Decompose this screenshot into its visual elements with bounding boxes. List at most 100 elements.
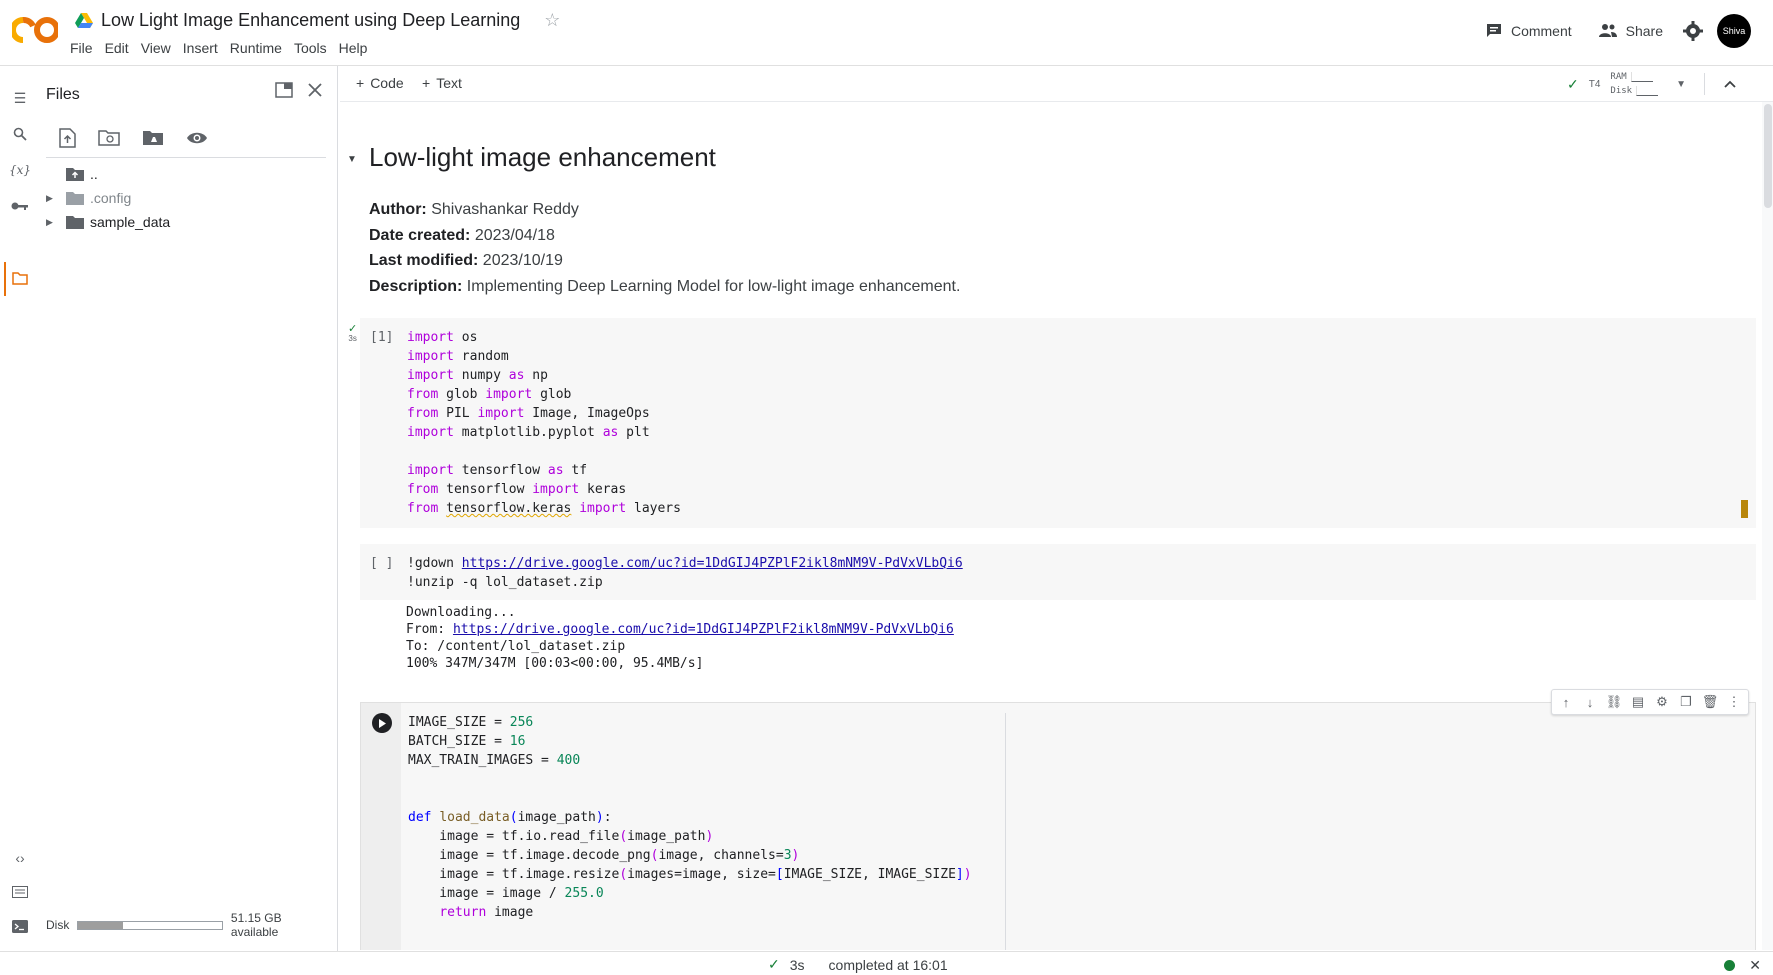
share-button[interactable]: Share — [1592, 19, 1669, 43]
cell-prompt: [1] — [370, 330, 394, 345]
search-icon[interactable] — [8, 122, 32, 146]
menu-help[interactable]: Help — [339, 40, 376, 56]
code-snippets-icon[interactable]: ‹› — [8, 846, 32, 870]
comment-button[interactable]: Comment — [1479, 18, 1578, 44]
refresh-folder-icon[interactable] — [98, 129, 120, 147]
code-cell-imports[interactable]: ✓ 3s [1] import os import random import n… — [348, 318, 1756, 528]
people-icon — [1598, 24, 1617, 37]
ram-graph — [1630, 71, 1653, 82]
meta-description: Description: Implementing Deep Learning … — [369, 277, 961, 295]
cell-toolbar: ↑ ↓ ⛓ ▤ ⚙ ❐ 🗑 ⋮ — [1551, 689, 1749, 715]
runtime-type: T4 — [1588, 78, 1601, 90]
chevron-up-icon[interactable] — [1723, 79, 1737, 89]
check-icon: ✓ — [768, 956, 780, 972]
add-text-button[interactable]: + Text — [422, 75, 462, 91]
run-cell-button[interactable] — [372, 713, 392, 733]
command-palette-icon[interactable] — [8, 880, 32, 904]
tree-item-config[interactable]: ▶ .config — [40, 186, 338, 210]
cell-prompt: [ ] — [370, 556, 394, 571]
connected-check-icon: ✓ — [1567, 75, 1579, 92]
cell-gutter — [361, 703, 401, 950]
file-tree: .. ▶ .config ▶ sample_data — [40, 162, 338, 234]
output-link[interactable]: https://drive.google.com/uc?id=1DdGIJ4PZ… — [453, 622, 954, 637]
chevron-right-icon[interactable]: ▶ — [46, 193, 53, 204]
runtime-resources[interactable]: ✓ T4 RAM Disk ▼ — [1567, 70, 1737, 98]
chevron-right-icon[interactable]: ▶ — [46, 217, 53, 228]
execution-status-summary[interactable]: ✓ 3s completed at 16:01 — [768, 956, 948, 973]
tree-item-label: .. — [90, 166, 98, 182]
menu-tools[interactable]: Tools — [294, 40, 335, 56]
active-indicator — [4, 262, 6, 296]
terminal-icon[interactable] — [8, 914, 32, 938]
disk-available: 51.15 GB available — [230, 911, 282, 939]
code-editor[interactable]: import os import random import numpy as … — [407, 328, 681, 518]
tree-item-parent[interactable]: .. — [40, 162, 338, 186]
status-exec-time: 3s — [789, 956, 805, 973]
move-down-icon[interactable]: ↓ — [1582, 694, 1598, 710]
eye-icon[interactable] — [186, 131, 208, 145]
variables-icon[interactable]: {x} — [8, 158, 32, 182]
close-icon[interactable] — [307, 82, 323, 98]
status-completed: completed at 16:01 — [828, 956, 948, 973]
mirror-cell-icon[interactable]: ❐ — [1678, 694, 1694, 710]
meta-last-modified: Last modified: 2023/10/19 — [369, 252, 563, 269]
menu-edit[interactable]: Edit — [105, 40, 137, 56]
tree-item-label: .config — [90, 190, 132, 206]
menu-runtime[interactable]: Runtime — [230, 40, 290, 56]
tree-item-sample-data[interactable]: ▶ sample_data — [40, 210, 338, 234]
drive-icon[interactable] — [75, 12, 93, 29]
key-icon[interactable] — [8, 194, 32, 218]
chevron-down-icon[interactable]: ▼ — [1676, 79, 1686, 90]
upload-file-icon[interactable] — [58, 127, 76, 148]
notebook-title[interactable]: Low Light Image Enhancement using Deep L… — [101, 10, 520, 31]
open-in-tab-icon[interactable] — [275, 82, 293, 98]
code-cell-load-data[interactable]: IMAGE_SIZE = 256 BATCH_SIZE = 16 MAX_TRA… — [360, 689, 1756, 950]
code-editor[interactable]: !gdown https://drive.google.com/uc?id=1D… — [407, 554, 963, 592]
menu-view[interactable]: View — [141, 40, 179, 56]
avatar[interactable]: Shiva — [1717, 14, 1751, 48]
link-icon[interactable]: ⛓ — [1606, 694, 1623, 710]
folder-icon — [66, 216, 84, 229]
add-code-button[interactable]: + Code — [356, 75, 404, 91]
more-vert-icon[interactable]: ⋮ — [1726, 694, 1742, 710]
table-of-contents-icon[interactable]: ☰ — [8, 86, 32, 110]
gear-icon[interactable]: ⚙ — [1654, 694, 1670, 710]
folder-icon[interactable] — [8, 266, 32, 290]
tree-item-label: sample_data — [90, 214, 171, 230]
move-up-icon[interactable]: ↑ — [1558, 694, 1574, 710]
code-cell-download[interactable]: [ ] !gdown https://drive.google.com/uc?i… — [360, 544, 1756, 600]
comment-icon[interactable]: ▤ — [1630, 694, 1646, 710]
plus-icon: + — [356, 75, 365, 91]
scrollbar-thumb[interactable] — [1764, 104, 1772, 208]
menu-file[interactable]: File — [70, 40, 101, 56]
disk-usage-bar — [77, 920, 223, 930]
gear-icon[interactable] — [1683, 21, 1703, 41]
status-right: ✕ — [1724, 957, 1761, 974]
scroll-marker — [1741, 500, 1748, 518]
files-panel-header-actions — [275, 82, 323, 98]
files-panel: Files .. ▶ .config ▶ sample_data Disk 51… — [40, 66, 338, 951]
share-label: Share — [1625, 23, 1663, 39]
ram-label: RAM — [1610, 72, 1627, 82]
title-row: Low Light Image Enhancement using Deep L… — [75, 10, 560, 31]
menu-bar: File Edit View Insert Runtime Tools Help — [70, 40, 379, 56]
app-header: Low Light Image Enhancement using Deep L… — [0, 0, 1773, 66]
star-icon[interactable]: ☆ — [544, 10, 560, 31]
mount-drive-icon[interactable] — [142, 129, 164, 147]
add-code-label: Code — [370, 75, 404, 91]
collapse-section-icon[interactable]: ▼ — [347, 154, 357, 165]
notebook-scrollbar[interactable] — [1762, 102, 1773, 950]
connection-status-icon[interactable] — [1724, 960, 1736, 971]
delete-icon[interactable]: 🗑 — [1702, 694, 1719, 710]
header-actions: Comment Share Shiva — [1479, 14, 1751, 48]
colab-logo[interactable] — [12, 14, 58, 46]
notebook-toolbar: + Code + Text ✓ T4 RAM Disk ▼ — [340, 66, 1773, 102]
gdown-link[interactable]: https://drive.google.com/uc?id=1DdGIJ4PZ… — [462, 556, 963, 571]
code-editor[interactable]: IMAGE_SIZE = 256 BATCH_SIZE = 16 MAX_TRA… — [408, 713, 972, 922]
menu-insert[interactable]: Insert — [183, 40, 226, 56]
close-icon[interactable]: ✕ — [1749, 957, 1761, 974]
files-toolbar — [46, 118, 326, 158]
disk-meter: Disk — [1610, 84, 1659, 98]
play-icon — [379, 718, 386, 728]
disk-label: Disk — [46, 918, 70, 932]
